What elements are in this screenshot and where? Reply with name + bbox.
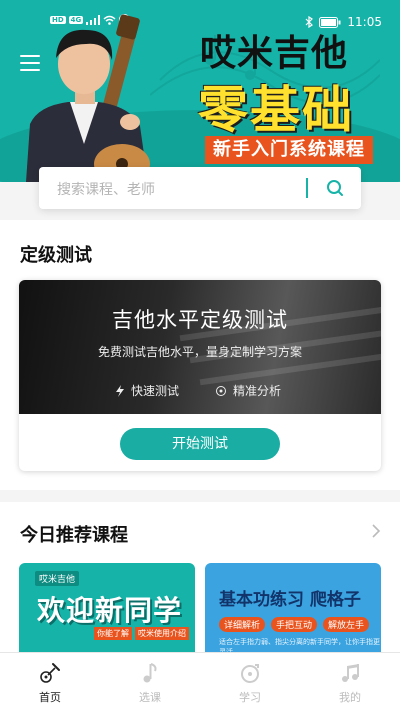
bottom-nav: 首页 选课 学习 我的 — [0, 652, 400, 711]
search-bar[interactable]: 搜索课程、老师 — [39, 167, 361, 209]
course-logo: 哎米吉他 — [35, 571, 80, 586]
clock-time: 11:05 — [347, 15, 382, 29]
nav-label: 我的 — [339, 691, 361, 704]
nav-label: 首页 — [39, 691, 61, 704]
search-divider — [306, 178, 308, 198]
placement-section-title: 定级测试 — [20, 245, 92, 266]
nav-label: 选课 — [139, 691, 161, 704]
course-tag: 详细解析 — [219, 617, 266, 632]
course-tag: 手把互动 — [271, 617, 318, 632]
guitar-icon — [40, 663, 60, 683]
course-tag: 解放左手 — [323, 617, 370, 632]
nav-item-home[interactable]: 首页 — [0, 653, 100, 711]
banner-badge: 新手入门系统课程 — [205, 136, 373, 164]
feature-label: 精准分析 — [233, 384, 282, 398]
recommend-section-title: 今日推荐课程 — [20, 525, 128, 546]
feature-label: 快速测试 — [131, 384, 180, 398]
study-icon — [241, 664, 259, 683]
nav-item-profile[interactable]: 我的 — [300, 653, 400, 711]
start-test-button[interactable]: 开始测试 — [120, 428, 280, 460]
target-icon — [216, 385, 226, 396]
banner-title-brand: 哎米吉他 — [200, 33, 349, 74]
chevron-right-icon[interactable] — [371, 524, 381, 538]
nav-item-courses[interactable]: 选课 — [100, 653, 200, 711]
test-card-subtitle: 免费测试吉他水平，量身定制学习方案 — [97, 345, 302, 359]
course-title: 欢迎新同学 — [37, 594, 183, 627]
feature-precise-analysis: 精准分析 — [215, 382, 281, 399]
course-tag: 你能了解 — [94, 627, 132, 640]
course-tag: 哎米使用介绍 — [135, 627, 189, 640]
course-title: 基本功练习 爬格子 — [219, 590, 361, 610]
music-note-icon — [143, 663, 157, 683]
lightning-icon — [116, 384, 124, 397]
hero-banner[interactable]: HD 4G i 11:05 哎米吉他 零基础 新手入门系统课程 — [0, 0, 400, 182]
course-card-welcome[interactable]: 哎米吉他 欢迎新同学 你能了解 哎米使用介绍 — [19, 563, 195, 652]
search-input[interactable]: 搜索课程、老师 — [57, 179, 155, 199]
feature-quick-test: 快速测试 — [115, 382, 179, 399]
instructor-photo — [26, 14, 150, 182]
placement-test-card[interactable]: 吉他水平定级测试 免费测试吉他水平，量身定制学习方案 快速测试 精准分析 开始测… — [19, 280, 381, 471]
course-note: 适合左手指力弱、指尖分离的新手同学，让你手指更灵活 — [219, 638, 380, 652]
nav-item-study[interactable]: 学习 — [200, 653, 300, 711]
search-icon[interactable] — [325, 178, 345, 198]
test-card-title: 吉他水平定级测试 — [112, 308, 288, 332]
banner-title-main: 零基础 — [198, 81, 354, 139]
double-note-icon — [342, 664, 359, 682]
course-card-basics[interactable]: 基本功练习 爬格子 详细解析 手把互动 解放左手 适合左手指力弱、指尖分离的新手… — [205, 563, 381, 652]
nav-label: 学习 — [239, 691, 261, 704]
